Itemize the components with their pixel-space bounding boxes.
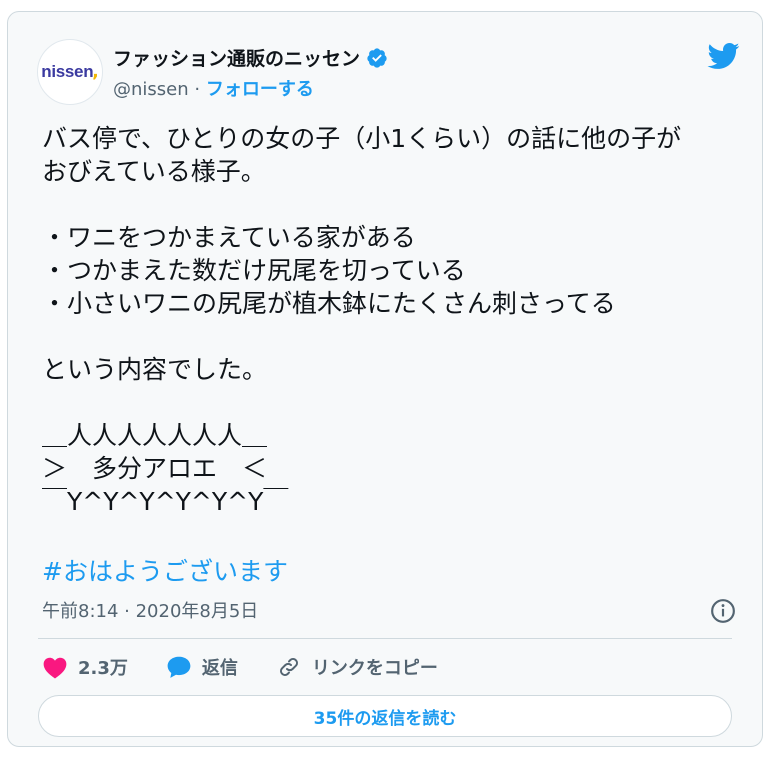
action-bar: 2.3万 返信 リンクをコピー (42, 654, 476, 680)
tweet-line (42, 386, 752, 419)
tweet-line: ・つかまえた数だけ尻尾を切っている (42, 256, 466, 285)
copy-link-label: リンクをコピー (311, 658, 438, 679)
handle-separator: · (188, 79, 206, 100)
tweet-line: という内容でした。 (42, 355, 268, 384)
heart-icon (43, 657, 67, 679)
reply-button[interactable]: 返信 (166, 654, 238, 680)
handle[interactable]: @nissen (113, 79, 189, 100)
twitter-bird-icon[interactable] (706, 42, 740, 70)
read-replies-button[interactable]: 35件の返信を読む (38, 695, 732, 737)
divider (38, 638, 732, 639)
tweet-text: バス停で、ひとりの女の子（小1くらい）の話に他の子が おびえている様子。 ・ワニ… (42, 122, 752, 518)
tweet-card: nissen, ファッション通販のニッセン @nissen · フォローする バ… (7, 11, 763, 747)
like-count: 2.3万 (78, 658, 128, 679)
reply-bubble-icon (167, 656, 191, 678)
display-name-row: ファッション通販のニッセン (113, 44, 388, 71)
tweet-line (42, 320, 752, 353)
verified-badge-icon (367, 47, 387, 68)
reply-label: 返信 (201, 658, 238, 679)
info-icon[interactable] (710, 598, 736, 624)
tweet-line (42, 188, 752, 221)
ascii-art-line: ＿人人人人人人人＿ (42, 421, 268, 450)
avatar-logo: nissen (41, 62, 94, 81)
handle-row: @nissen · フォローする (113, 75, 314, 101)
timestamp[interactable]: 午前8:14 · 2020年8月5日 (42, 597, 258, 623)
ascii-art-line: ＞ 多分アロエ ＜ (42, 454, 268, 483)
hashtag-link[interactable]: #おはようございます (42, 552, 288, 588)
tweet-line: バス停で、ひとりの女の子（小1くらい）の話に他の子が (42, 124, 682, 153)
copy-link-button[interactable]: リンクをコピー (276, 654, 438, 680)
tweet-line: おびえている様子。 (42, 157, 266, 186)
ascii-art-line: ￣Y^Y^Y^Y^Y^Y￣ (42, 487, 289, 516)
avatar[interactable]: nissen, (37, 39, 103, 105)
tweet-line: ・小さいワニの尻尾が植木鉢にたくさん刺さってる (42, 289, 616, 318)
follow-button[interactable]: フォローする (206, 79, 314, 100)
display-name[interactable]: ファッション通販のニッセン (113, 44, 360, 71)
tweet-line: ・ワニをつかまえている家がある (42, 223, 416, 252)
avatar-logo-dot: , (92, 62, 99, 82)
link-icon (279, 658, 298, 676)
like-button[interactable]: 2.3万 (42, 654, 128, 680)
